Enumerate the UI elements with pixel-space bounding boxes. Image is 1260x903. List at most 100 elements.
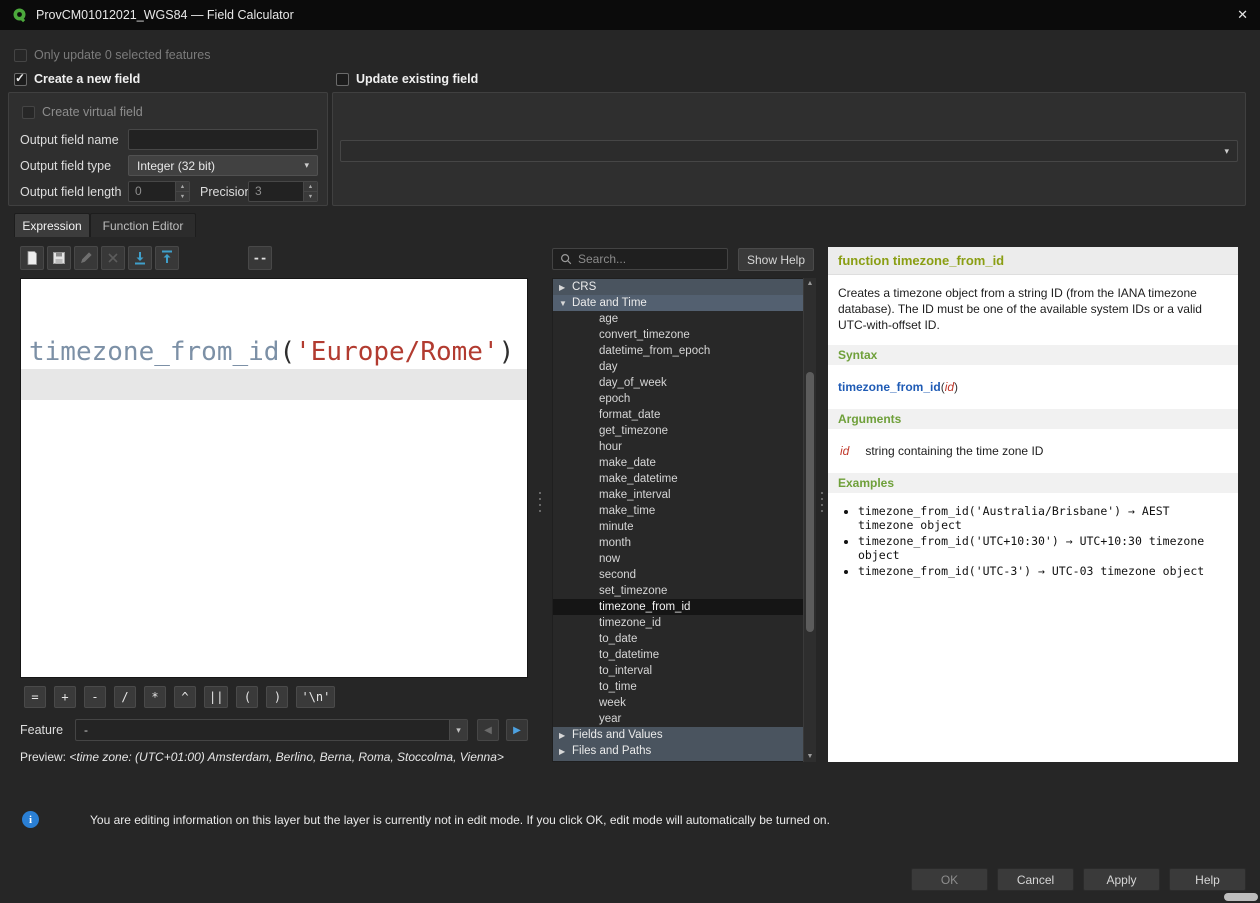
tree-group-date-and-time[interactable]: ▼Date and Time bbox=[553, 295, 815, 311]
tab-expression[interactable]: Expression bbox=[14, 213, 90, 237]
tree-label: Fields and Values bbox=[572, 729, 663, 741]
tree-group-files-and-paths[interactable]: ▶Files and Paths bbox=[553, 743, 815, 759]
add-comment-button[interactable]: -- bbox=[248, 246, 272, 270]
show-help-button[interactable]: Show Help bbox=[738, 248, 814, 271]
chevron-down-icon[interactable]: ▼ bbox=[559, 299, 572, 308]
tree-function-epoch[interactable]: epoch bbox=[553, 391, 815, 407]
output-field-type-combobox[interactable]: Integer (32 bit) bbox=[128, 155, 318, 176]
tree-function-day-of-week[interactable]: day_of_week bbox=[553, 375, 815, 391]
new-expression-button[interactable] bbox=[20, 246, 44, 270]
apply-button[interactable]: Apply bbox=[1083, 868, 1160, 891]
tree-function-timezone-from-id[interactable]: timezone_from_id bbox=[553, 599, 815, 615]
tree-function-now[interactable]: now bbox=[553, 551, 815, 567]
only-update-selected-label: Only update 0 selected features bbox=[34, 48, 211, 62]
tree-function-make-interval[interactable]: make_interval bbox=[553, 487, 815, 503]
tree-function-to-date[interactable]: to_date bbox=[553, 631, 815, 647]
next-feature-button[interactable] bbox=[506, 719, 528, 741]
string-token: 'Europe/Rome' bbox=[295, 337, 499, 367]
output-field-name-label: Output field name bbox=[20, 133, 119, 147]
tree-group-fuzzy-matching[interactable]: ▶Fuzzy Matching bbox=[553, 759, 815, 762]
precision-spinner[interactable]: 3 bbox=[248, 181, 318, 202]
operator-button[interactable]: / bbox=[114, 686, 136, 708]
tree-function-make-datetime[interactable]: make_datetime bbox=[553, 471, 815, 487]
create-virtual-field-checkbox[interactable]: Create virtual field bbox=[22, 105, 143, 119]
spin-down-icon[interactable] bbox=[176, 192, 189, 201]
splitter-handle[interactable] bbox=[537, 492, 543, 512]
tree-function-to-interval[interactable]: to_interval bbox=[553, 663, 815, 679]
tree-function-year[interactable]: year bbox=[553, 711, 815, 727]
preview-value: <time zone: (UTC+01:00) Amsterdam, Berli… bbox=[69, 750, 504, 764]
tree-function-week[interactable]: week bbox=[553, 695, 815, 711]
tree-function-month[interactable]: month bbox=[553, 535, 815, 551]
tree-label: CRS bbox=[572, 281, 596, 293]
operator-button[interactable]: - bbox=[84, 686, 106, 708]
new-expression-icon bbox=[24, 250, 40, 266]
import-expressions-button[interactable] bbox=[128, 246, 152, 270]
tree-function-timezone-id[interactable]: timezone_id bbox=[553, 615, 815, 631]
function-search-box[interactable] bbox=[552, 248, 728, 270]
tree-function-set-timezone[interactable]: set_timezone bbox=[553, 583, 815, 599]
save-expression-icon bbox=[51, 250, 67, 266]
tree-function-to-time[interactable]: to_time bbox=[553, 679, 815, 695]
help-button[interactable]: Help bbox=[1169, 868, 1246, 891]
edit-expression-button[interactable] bbox=[74, 246, 98, 270]
operator-button[interactable]: ^ bbox=[174, 686, 196, 708]
tree-label: make_interval bbox=[599, 489, 671, 501]
existing-field-combobox[interactable] bbox=[340, 140, 1238, 162]
export-expressions-button[interactable] bbox=[155, 246, 179, 270]
tree-function-age[interactable]: age bbox=[553, 311, 815, 327]
titlebar: ProvCM01012021_WGS84 — Field Calculator bbox=[0, 0, 1260, 30]
chevron-right-icon[interactable]: ▶ bbox=[559, 731, 572, 740]
tree-function-make-date[interactable]: make_date bbox=[553, 455, 815, 471]
operator-button[interactable]: '\n' bbox=[296, 686, 335, 708]
close-button[interactable] bbox=[1237, 7, 1248, 23]
spin-up-icon[interactable] bbox=[304, 182, 317, 192]
output-field-length-spinner[interactable]: 0 bbox=[128, 181, 190, 202]
tree-label: set_timezone bbox=[599, 585, 667, 597]
previous-feature-button[interactable] bbox=[477, 719, 499, 741]
feature-combobox[interactable]: - bbox=[75, 719, 468, 741]
operator-button[interactable]: ( bbox=[236, 686, 258, 708]
update-existing-field-checkbox[interactable]: Update existing field bbox=[336, 72, 478, 86]
cancel-button[interactable]: Cancel bbox=[997, 868, 1074, 891]
output-field-name-input[interactable] bbox=[128, 129, 318, 150]
spin-down-icon[interactable] bbox=[304, 192, 317, 201]
tree-function-minute[interactable]: minute bbox=[553, 519, 815, 535]
only-update-selected-checkbox[interactable]: Only update 0 selected features bbox=[14, 48, 211, 62]
tree-function-format-date[interactable]: format_date bbox=[553, 407, 815, 423]
operator-button[interactable]: + bbox=[54, 686, 76, 708]
delete-expression-button[interactable] bbox=[101, 246, 125, 270]
size-grip[interactable] bbox=[1224, 893, 1258, 901]
tree-function-convert-timezone[interactable]: convert_timezone bbox=[553, 327, 815, 343]
create-new-field-checkbox[interactable]: Create a new field bbox=[14, 72, 140, 86]
scroll-down-icon[interactable] bbox=[804, 753, 816, 760]
ok-button[interactable]: OK bbox=[911, 868, 988, 891]
operator-button[interactable]: ) bbox=[266, 686, 288, 708]
tree-function-get-timezone[interactable]: get_timezone bbox=[553, 423, 815, 439]
operator-button[interactable]: || bbox=[204, 686, 228, 708]
tree-label: hour bbox=[599, 441, 622, 453]
splitter-handle[interactable] bbox=[819, 492, 825, 512]
tab-function-editor[interactable]: Function Editor bbox=[90, 213, 196, 237]
tree-function-make-time[interactable]: make_time bbox=[553, 503, 815, 519]
chevron-down-icon[interactable] bbox=[449, 720, 467, 740]
tree-group-crs[interactable]: ▶CRS bbox=[553, 279, 815, 295]
chevron-right-icon[interactable]: ▶ bbox=[559, 283, 572, 292]
tree-scrollbar[interactable] bbox=[803, 278, 816, 762]
spin-up-icon[interactable] bbox=[176, 182, 189, 192]
save-expression-button[interactable] bbox=[47, 246, 71, 270]
tree-function-hour[interactable]: hour bbox=[553, 439, 815, 455]
operator-button[interactable]: * bbox=[144, 686, 166, 708]
expression-editor[interactable]: timezone_from_id('Europe/Rome') bbox=[20, 278, 528, 678]
tree-label: Date and Time bbox=[572, 297, 647, 309]
tree-function-second[interactable]: second bbox=[553, 567, 815, 583]
chevron-right-icon[interactable]: ▶ bbox=[559, 747, 572, 756]
tree-function-day[interactable]: day bbox=[553, 359, 815, 375]
tree-function-to-datetime[interactable]: to_datetime bbox=[553, 647, 815, 663]
scroll-up-icon[interactable] bbox=[804, 280, 816, 287]
tree-function-datetime-from-epoch[interactable]: datetime_from_epoch bbox=[553, 343, 815, 359]
search-input[interactable] bbox=[578, 252, 721, 266]
scrollbar-thumb[interactable] bbox=[806, 372, 814, 632]
tree-group-fields-and-values[interactable]: ▶Fields and Values bbox=[553, 727, 815, 743]
operator-button[interactable]: = bbox=[24, 686, 46, 708]
